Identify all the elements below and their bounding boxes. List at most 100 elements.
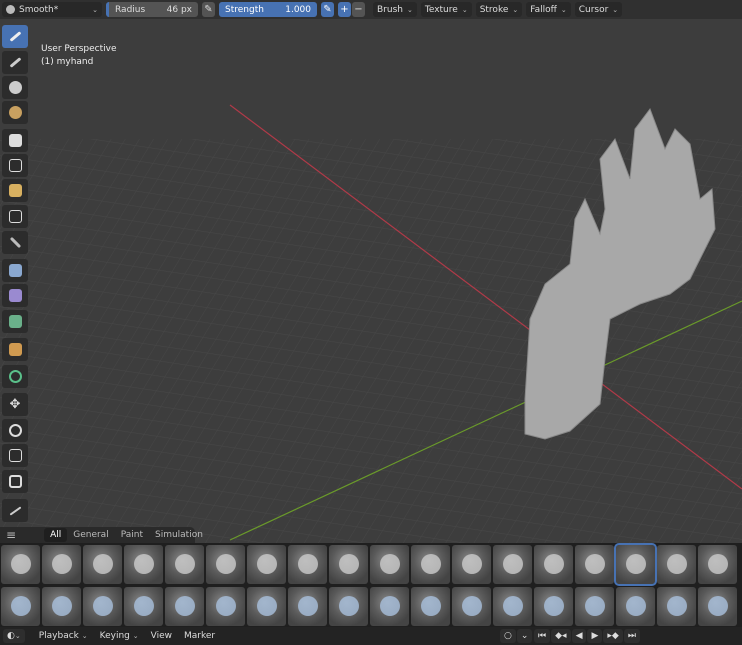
tool-box-mask[interactable] <box>2 154 28 177</box>
brush-thumbnail[interactable] <box>411 587 450 626</box>
brush-preview-icon <box>585 596 605 616</box>
brush-thumbnail[interactable] <box>534 545 573 584</box>
keying-menu[interactable]: Keying ⌄ <box>96 631 143 641</box>
brush-thumbnail[interactable] <box>616 587 655 626</box>
brush-preview-icon <box>298 554 318 574</box>
brush-selector[interactable]: Smooth* ⌄ <box>2 2 102 17</box>
brush-thumbnail[interactable] <box>42 545 81 584</box>
radius-value: 46 px <box>166 4 192 15</box>
tool-cloth-filter[interactable] <box>2 365 28 388</box>
strength-value: 1.000 <box>285 4 311 15</box>
brush-thumbnail[interactable] <box>247 545 286 584</box>
brush-thumbnail[interactable] <box>42 587 81 626</box>
tool-annotate[interactable] <box>2 499 28 522</box>
brush-thumbnail[interactable] <box>370 545 409 584</box>
tool-mesh-filter[interactable] <box>2 338 28 361</box>
brush-thumbnail[interactable] <box>370 587 409 626</box>
play-icon[interactable]: ▶ <box>587 629 603 643</box>
brush-preview-icon <box>93 554 113 574</box>
brush-thumbnail[interactable] <box>493 587 532 626</box>
jump-end-icon[interactable]: ⏭ <box>623 629 640 643</box>
brush-preview-icon <box>421 554 441 574</box>
brush-thumbnail[interactable] <box>165 587 204 626</box>
direction-add-button[interactable]: + <box>338 2 351 17</box>
brush-preview-icon <box>52 554 72 574</box>
brush-preview-icon <box>257 554 277 574</box>
playback-menu[interactable]: Playback ⌄ <box>35 631 92 641</box>
brush-thumbnail[interactable] <box>493 545 532 584</box>
brush-thumbnail[interactable] <box>614 543 657 586</box>
brush-thumbnail[interactable] <box>698 545 737 584</box>
brush-thumbnail[interactable] <box>411 545 450 584</box>
strength-field[interactable]: Strength 1.000 <box>219 2 317 17</box>
hamburger-menu-icon[interactable]: ≡ <box>0 528 22 542</box>
brush-preview-icon <box>585 554 605 574</box>
brush-thumbnail[interactable] <box>206 545 245 584</box>
tab-general[interactable]: General <box>67 528 114 542</box>
radius-field[interactable]: Radius 46 px <box>106 2 198 17</box>
tool-grab[interactable] <box>2 76 28 99</box>
brush-thumbnail[interactable] <box>206 587 245 626</box>
radius-pressure-icon[interactable]: ✎ <box>202 2 215 17</box>
jump-start-icon[interactable]: ⏮ <box>534 629 551 643</box>
tool-face-set[interactable] <box>2 205 28 228</box>
brush-thumbnail[interactable] <box>83 545 122 584</box>
brush-thumbnail[interactable] <box>124 545 163 584</box>
snake-hook-icon <box>8 106 22 119</box>
tab-paint[interactable]: Paint <box>115 528 149 542</box>
tool-box-face-set[interactable] <box>2 310 28 333</box>
marker-menu[interactable]: Marker <box>180 631 219 641</box>
brush-thumbnail[interactable] <box>452 587 491 626</box>
tool-transform[interactable] <box>2 470 28 493</box>
brush-menu[interactable]: Brush ⌄ <box>373 2 417 17</box>
brush-thumbnail[interactable] <box>165 545 204 584</box>
tool-scale[interactable] <box>2 444 28 467</box>
tool-draw-brush[interactable] <box>2 25 28 48</box>
brush-thumbnail[interactable] <box>288 545 327 584</box>
direction-subtract-button[interactable]: − <box>352 2 365 17</box>
brush-thumbnail[interactable] <box>1 545 40 584</box>
falloff-menu[interactable]: Falloff ⌄ <box>526 2 571 17</box>
editor-type-button[interactable]: ◐ ⌄ <box>3 629 25 643</box>
next-keyframe-icon[interactable]: ▸◆ <box>603 629 623 643</box>
lasso-mask-icon <box>8 184 22 197</box>
brush-thumbnail[interactable] <box>657 587 696 626</box>
brush-preview-icon <box>462 596 482 616</box>
tool-rotate[interactable] <box>2 419 28 442</box>
brush-thumbnail[interactable] <box>698 587 737 626</box>
tool-box-trim[interactable] <box>2 259 28 282</box>
tab-simulation[interactable]: Simulation <box>149 528 209 542</box>
grab-icon <box>8 81 22 94</box>
brush-thumbnail[interactable] <box>657 545 696 584</box>
brush-thumbnail[interactable] <box>1 587 40 626</box>
brush-thumbnail[interactable] <box>575 587 614 626</box>
tool-move[interactable]: ✥ <box>2 393 28 416</box>
play-reverse-icon[interactable]: ◀ <box>571 629 587 643</box>
brush-thumbnail[interactable] <box>329 587 368 626</box>
cursor-menu[interactable]: Cursor ⌄ <box>574 2 623 17</box>
keying-dropdown[interactable]: ⌄ <box>516 629 533 643</box>
brush-thumbnail[interactable] <box>124 587 163 626</box>
brush-thumbnail[interactable] <box>83 587 122 626</box>
stroke-menu[interactable]: Stroke ⌄ <box>475 2 523 17</box>
tool-smooth[interactable] <box>2 51 28 74</box>
tab-all[interactable]: All <box>44 528 68 542</box>
brush-preview-icon <box>52 596 72 616</box>
brush-preview-icon <box>380 554 400 574</box>
prev-keyframe-icon[interactable]: ◆◂ <box>551 629 571 643</box>
tool-line-project[interactable] <box>2 231 28 254</box>
tool-mask[interactable] <box>2 129 28 152</box>
auto-keying-toggle[interactable]: ○ <box>500 629 516 643</box>
tool-lasso-mask[interactable] <box>2 179 28 202</box>
brush-thumbnail[interactable] <box>288 587 327 626</box>
brush-thumbnail[interactable] <box>534 587 573 626</box>
view-menu[interactable]: View <box>147 631 176 641</box>
tool-lasso-trim[interactable] <box>2 284 28 307</box>
tool-snake-hook[interactable] <box>2 101 28 124</box>
brush-thumbnail[interactable] <box>452 545 491 584</box>
brush-thumbnail[interactable] <box>329 545 368 584</box>
brush-thumbnail[interactable] <box>575 545 614 584</box>
strength-pressure-icon[interactable]: ✎ <box>321 2 334 17</box>
texture-menu[interactable]: Texture ⌄ <box>420 2 472 17</box>
brush-thumbnail[interactable] <box>247 587 286 626</box>
